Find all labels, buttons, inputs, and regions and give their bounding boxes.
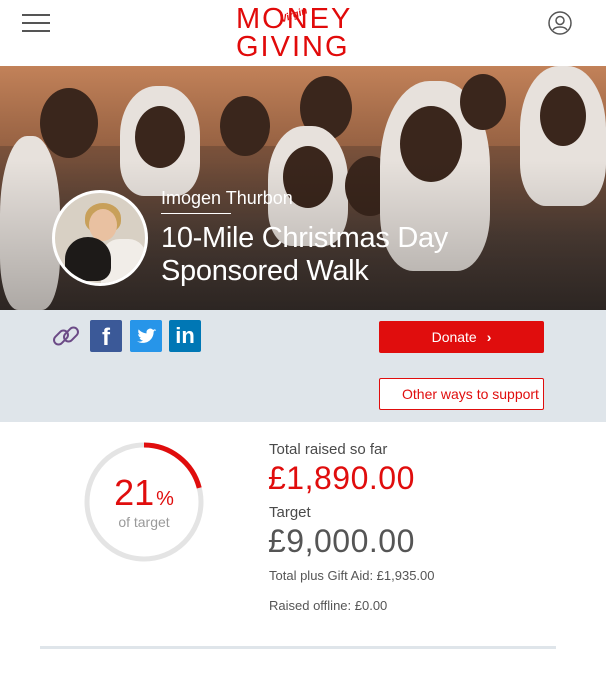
- raised-label: Total raised so far: [269, 441, 388, 458]
- target-value: £9,000.00: [268, 523, 415, 559]
- header: MONEY Virgin GIVING: [0, 0, 606, 66]
- page-title: 10-Mile Christmas Day Sponsored Walk: [161, 222, 448, 287]
- other-ways-to-support-button[interactable]: Other ways to support: [379, 378, 544, 410]
- link-icon[interactable]: [50, 320, 82, 352]
- donate-button-label: Donate: [431, 329, 477, 345]
- fundraiser-name: Imogen Thurbon: [161, 188, 293, 208]
- twitter-icon[interactable]: [130, 320, 162, 352]
- fundraiser-avatar: [52, 190, 148, 286]
- gift-aid-total: Total plus Gift Aid: £1,935.00: [269, 568, 435, 583]
- name-divider: [161, 213, 231, 214]
- user-account-icon[interactable]: [548, 11, 572, 35]
- progress-caption: of target: [118, 514, 170, 530]
- facebook-icon[interactable]: f: [90, 320, 122, 352]
- section-divider: [40, 646, 556, 649]
- donate-button[interactable]: Donate ›: [379, 321, 544, 353]
- raised-offline: Raised offline: £0.00: [269, 598, 388, 613]
- hamburger-menu-icon[interactable]: [22, 12, 52, 34]
- raised-value: £1,890.00: [268, 460, 415, 496]
- target-label: Target: [269, 504, 311, 521]
- progress-percent: 21%: [114, 472, 174, 513]
- virgin-money-giving-logo[interactable]: MONEY Virgin GIVING: [236, 2, 362, 62]
- chevron-right-icon: ›: [486, 329, 492, 345]
- linkedin-icon[interactable]: in: [169, 320, 201, 352]
